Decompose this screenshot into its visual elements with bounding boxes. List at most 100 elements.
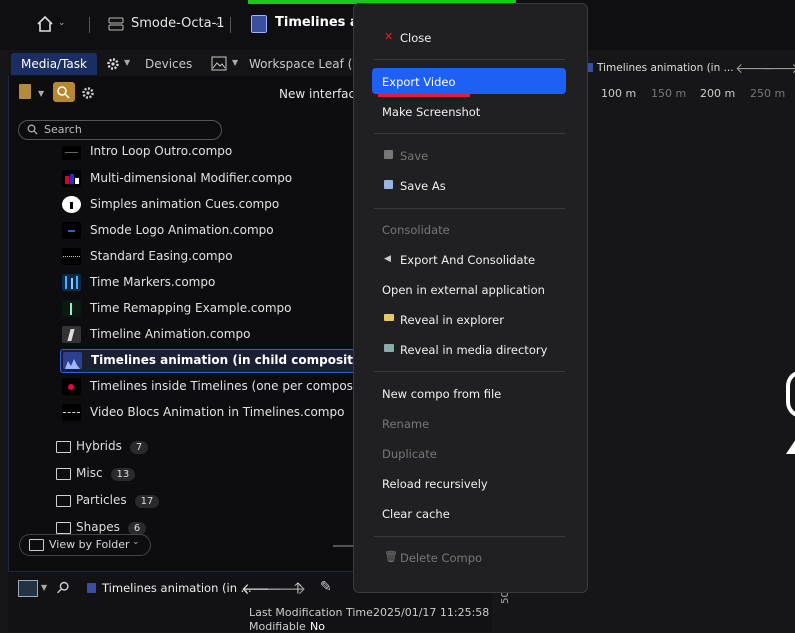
folder-icon	[56, 522, 71, 534]
list-item[interactable]: Timelines inside Timelines (one per comp…	[60, 376, 402, 398]
folder-search-icon[interactable]	[53, 82, 75, 102]
tab-devices[interactable]: Devices	[145, 53, 192, 75]
menu-item-make-screenshot[interactable]: Make Screenshot	[382, 105, 480, 119]
play-left-icon: ◀	[384, 254, 391, 264]
list-item[interactable]: Simples animation Cues.compo	[60, 194, 380, 216]
divider	[230, 17, 231, 33]
ruler-tick: 100 m	[601, 87, 637, 100]
search-placeholder: Search	[44, 123, 82, 136]
menu-item-delete: Delete Compo	[400, 551, 483, 565]
menu-item-close[interactable]: Close	[400, 31, 431, 45]
chevron-down-icon[interactable]: ▼	[41, 583, 47, 592]
annotation-underline	[378, 94, 470, 97]
search-icon	[27, 124, 38, 138]
menu-divider	[374, 371, 565, 372]
media-folder-icon	[384, 344, 394, 352]
save-as-icon	[384, 180, 393, 189]
scroll-handle[interactable]	[333, 545, 353, 547]
count-badge: 7	[129, 441, 149, 454]
file-thumbnail	[63, 352, 82, 369]
menu-item-reveal-media[interactable]: Reveal in media directory	[400, 343, 547, 357]
mod-time-value: 2025/01/17 11:25:58	[373, 606, 490, 619]
list-item-selected[interactable]: Timelines animation (in child compositio…	[60, 349, 429, 373]
menu-item-new-compo[interactable]: New compo from file	[382, 387, 501, 401]
close-icon: ✕	[384, 30, 394, 43]
edit-icon[interactable]: ✎	[320, 579, 332, 595]
ruler-tick: 200 m	[700, 87, 736, 100]
chevron-down-icon[interactable]: ▼	[124, 58, 130, 67]
divider	[89, 17, 90, 33]
image-icon[interactable]	[211, 56, 227, 74]
menu-divider	[374, 59, 565, 60]
modifiable-value: No	[310, 620, 325, 633]
chevron-down-icon[interactable]: ⌄	[213, 18, 221, 28]
menu-item-export-consolidate[interactable]: Export And Consolidate	[400, 253, 535, 267]
menu-item-rename: Rename	[382, 417, 430, 431]
view-mode-label: View by Folder	[49, 538, 130, 551]
timeline-title: Timelines animation (in ...	[597, 62, 734, 74]
chevron-down-icon[interactable]: ▼	[38, 89, 44, 98]
folder-icon	[56, 441, 71, 453]
chevron-down-icon[interactable]: ⌄	[58, 18, 66, 28]
folder-icon	[56, 495, 71, 507]
ruler-tick: 150 m	[651, 87, 687, 100]
tab-workspace[interactable]: Workspace Leaf (W	[249, 53, 364, 75]
menu-divider	[374, 536, 565, 537]
menu-divider	[374, 208, 565, 209]
menu-item-clear-cache[interactable]: Clear cache	[382, 507, 450, 521]
menu-item-duplicate: Duplicate	[382, 447, 437, 461]
arrow-up-icon[interactable]: 🡑	[294, 578, 302, 603]
ruler-tick: 50	[499, 591, 511, 604]
save-icon	[384, 150, 393, 159]
file-thumbnail	[62, 248, 81, 265]
count-badge: 17	[134, 495, 160, 508]
window-icon[interactable]	[18, 580, 38, 597]
document-icon	[251, 15, 267, 33]
tab-media-task[interactable]: Media/Task	[11, 53, 97, 75]
list-item[interactable]: Multi-dimensional Modifier.compo	[60, 168, 380, 190]
list-item[interactable]: Standard Easing.compo	[60, 246, 380, 268]
list-item[interactable]: Time Markers.compo	[60, 272, 380, 294]
folder-icon	[56, 468, 71, 480]
file-thumbnail	[62, 404, 81, 421]
file-thumbnail	[62, 222, 81, 239]
gear-icon[interactable]	[81, 86, 95, 103]
file-thumbnail	[62, 300, 81, 317]
file-thumbnail	[62, 146, 81, 160]
list-item[interactable]: Timeline Animation.compo	[60, 324, 380, 346]
file-thumbnail	[62, 378, 81, 395]
inspector-title: Timelines animation (in ...	[102, 581, 252, 595]
menu-item-consolidate: Consolidate	[382, 223, 450, 237]
gear-icon[interactable]	[106, 57, 120, 74]
chevron-down-icon: ⌄	[132, 537, 140, 547]
list-item[interactable]: Video Blocs Animation in Timelines.compo	[60, 402, 380, 424]
menu-item-reload[interactable]: Reload recursively	[382, 477, 488, 491]
book-icon[interactable]	[19, 84, 31, 99]
list-item[interactable]: Time Remapping Example.compo	[60, 298, 380, 320]
file-thumbnail	[62, 326, 81, 343]
menu-item-save: Save	[400, 149, 429, 163]
list-item[interactable]: Smode Logo Animation.compo	[60, 220, 380, 242]
menu-item-open-external[interactable]: Open in external application	[382, 283, 545, 297]
document-icon	[87, 583, 96, 593]
ruler-tick: 250 m	[750, 87, 786, 100]
file-thumbnail	[62, 170, 81, 187]
arrow-right-icon[interactable]: 🡒	[762, 60, 795, 77]
trash-icon: 🗑	[384, 550, 398, 563]
menu-item-reveal-explorer[interactable]: Reveal in explorer	[400, 313, 504, 327]
machine-name[interactable]: Smode-Octa-1	[131, 16, 225, 31]
folder-icon	[384, 314, 394, 321]
mod-time-label: Last Modification Time	[249, 606, 373, 619]
chevron-down-icon[interactable]: ▼	[232, 58, 238, 67]
new-interface-button[interactable]: New interface	[279, 87, 363, 101]
folder-icon	[29, 539, 44, 551]
file-thumbnail	[62, 196, 81, 213]
home-icon[interactable]	[36, 15, 54, 36]
modifiable-label: Modifiable	[249, 620, 306, 633]
list-item[interactable]: Intro Loop Outro.compo	[60, 146, 380, 163]
count-badge: 13	[110, 468, 136, 481]
file-thumbnail	[62, 274, 81, 291]
menu-divider	[374, 133, 565, 134]
menu-item-export-video[interactable]: Export Video	[382, 75, 456, 89]
menu-item-save-as[interactable]: Save As	[400, 179, 446, 193]
